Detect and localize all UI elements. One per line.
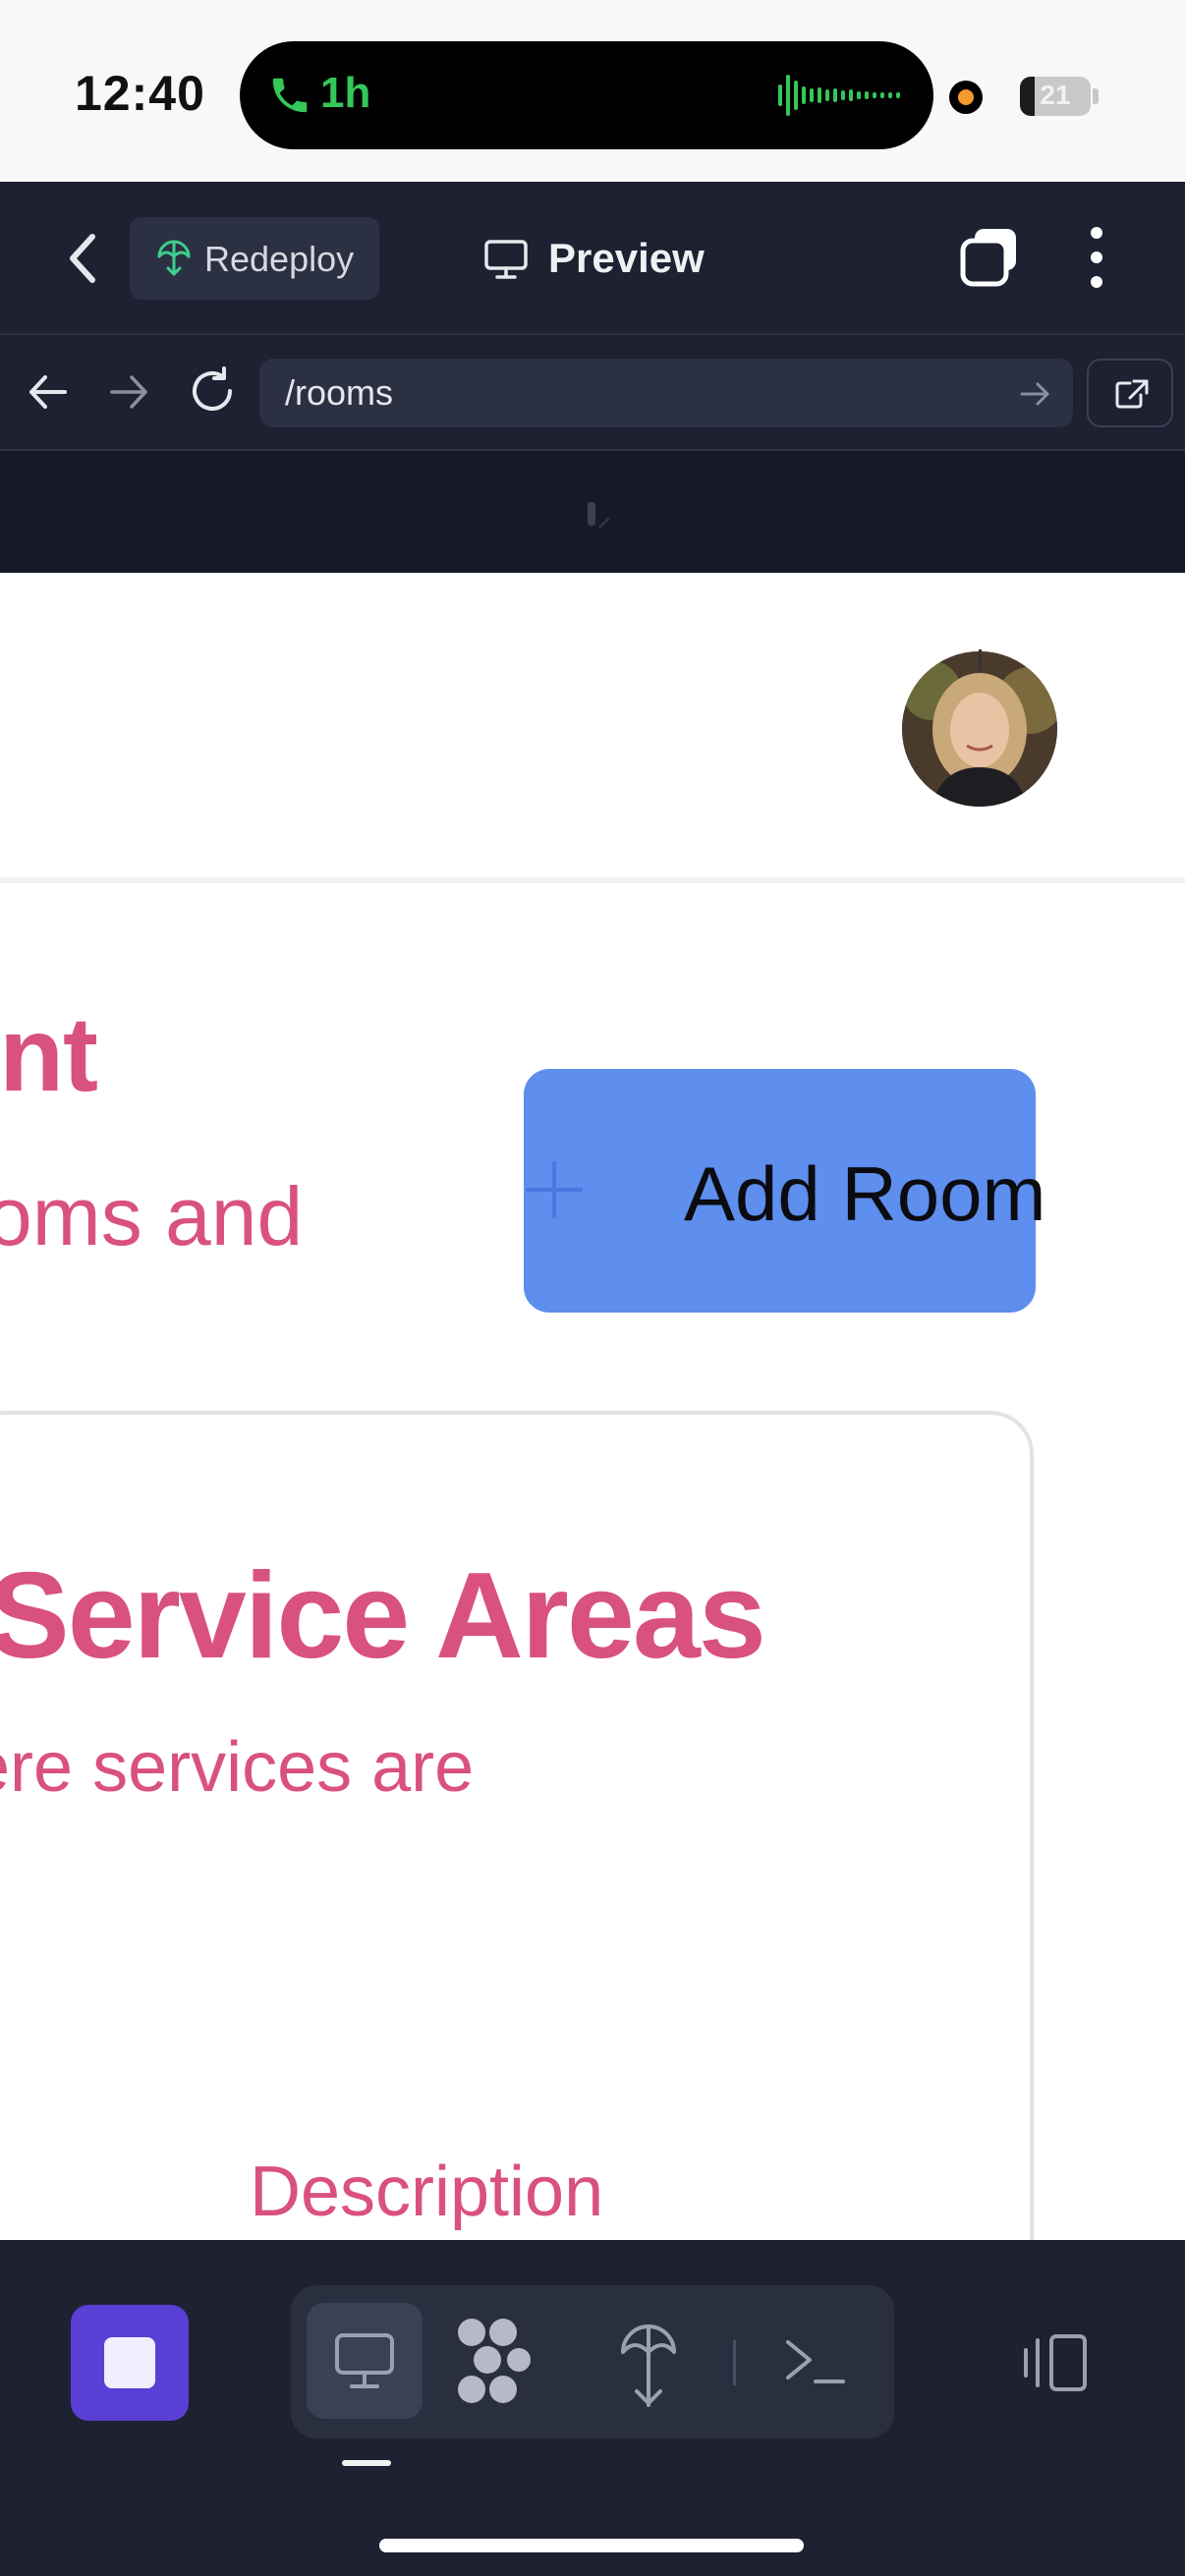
deploy-icon[interactable] [617,2313,680,2411]
preview-tab[interactable]: Preview [483,217,729,300]
user-avatar[interactable] [902,651,1057,807]
audio-waveform-icon [778,75,900,116]
page-subtitle: oms and [0,1170,304,1262]
redeploy-button[interactable]: Redeploy [130,217,379,300]
phone-call-icon [272,78,308,113]
arrow-left-icon[interactable] [26,366,71,418]
bottom-toolbar [0,2240,1185,2576]
tool-switcher [291,2285,894,2438]
description-label: Description [250,2153,604,2231]
card-title: Service Areas [0,1548,766,1684]
home-indicator[interactable] [379,2539,804,2552]
redeploy-icon [157,240,191,277]
reload-icon[interactable] [187,364,238,418]
url-input[interactable]: /rooms [259,359,1073,427]
url-text: /rooms [285,372,394,413]
loading-icon [588,502,611,530]
status-bar: 12:40 1h 21 [0,0,1185,182]
open-external-button[interactable] [1087,359,1173,427]
monitor-icon [335,2333,394,2388]
redeploy-label: Redeploy [204,239,355,279]
page-title: ent [0,994,98,1113]
back-icon[interactable] [57,227,110,290]
preview-label: Preview [548,235,705,281]
stop-button[interactable] [71,2305,189,2421]
battery-icon: 21 [1020,77,1091,116]
avatar-photo [902,651,1057,807]
go-arrow-icon[interactable] [1018,380,1051,408]
status-time: 12:40 [75,66,205,121]
add-room-button[interactable]: Add Room [524,1069,1046,1313]
site-header [0,573,1185,883]
open-external-icon [1115,379,1149,409]
active-tool-indicator [342,2460,391,2466]
plus-icon [526,1161,583,1218]
recording-indicator-icon [949,81,983,114]
panel-toggle-icon[interactable] [1018,2330,1091,2395]
more-vertical-icon[interactable] [1079,225,1114,290]
tabs-icon[interactable] [957,225,1022,290]
terminal-icon[interactable] [782,2326,847,2397]
add-room-label: Add Room [684,1150,1046,1237]
avatar-marker [979,649,982,671]
address-bar: /rooms [0,335,1185,451]
monitor-icon [484,240,528,279]
card-subtitle: ere services are [0,1728,475,1807]
arrow-right-icon[interactable] [106,366,151,418]
screen: 12:40 1h 21 Redeploy Preview /rooms nt o… [0,0,1185,2576]
app-toolbar: Redeploy Preview [0,182,1185,335]
preview-tool-button[interactable] [307,2303,423,2419]
call-duration: 1h [320,69,371,117]
dynamic-island[interactable]: 1h [240,41,933,149]
preview-topbar [0,451,1185,573]
tool-divider [733,2340,736,2385]
battery-cap [1093,88,1099,104]
battery-level: 21 [1040,80,1071,110]
apps-icon[interactable] [454,2315,533,2409]
